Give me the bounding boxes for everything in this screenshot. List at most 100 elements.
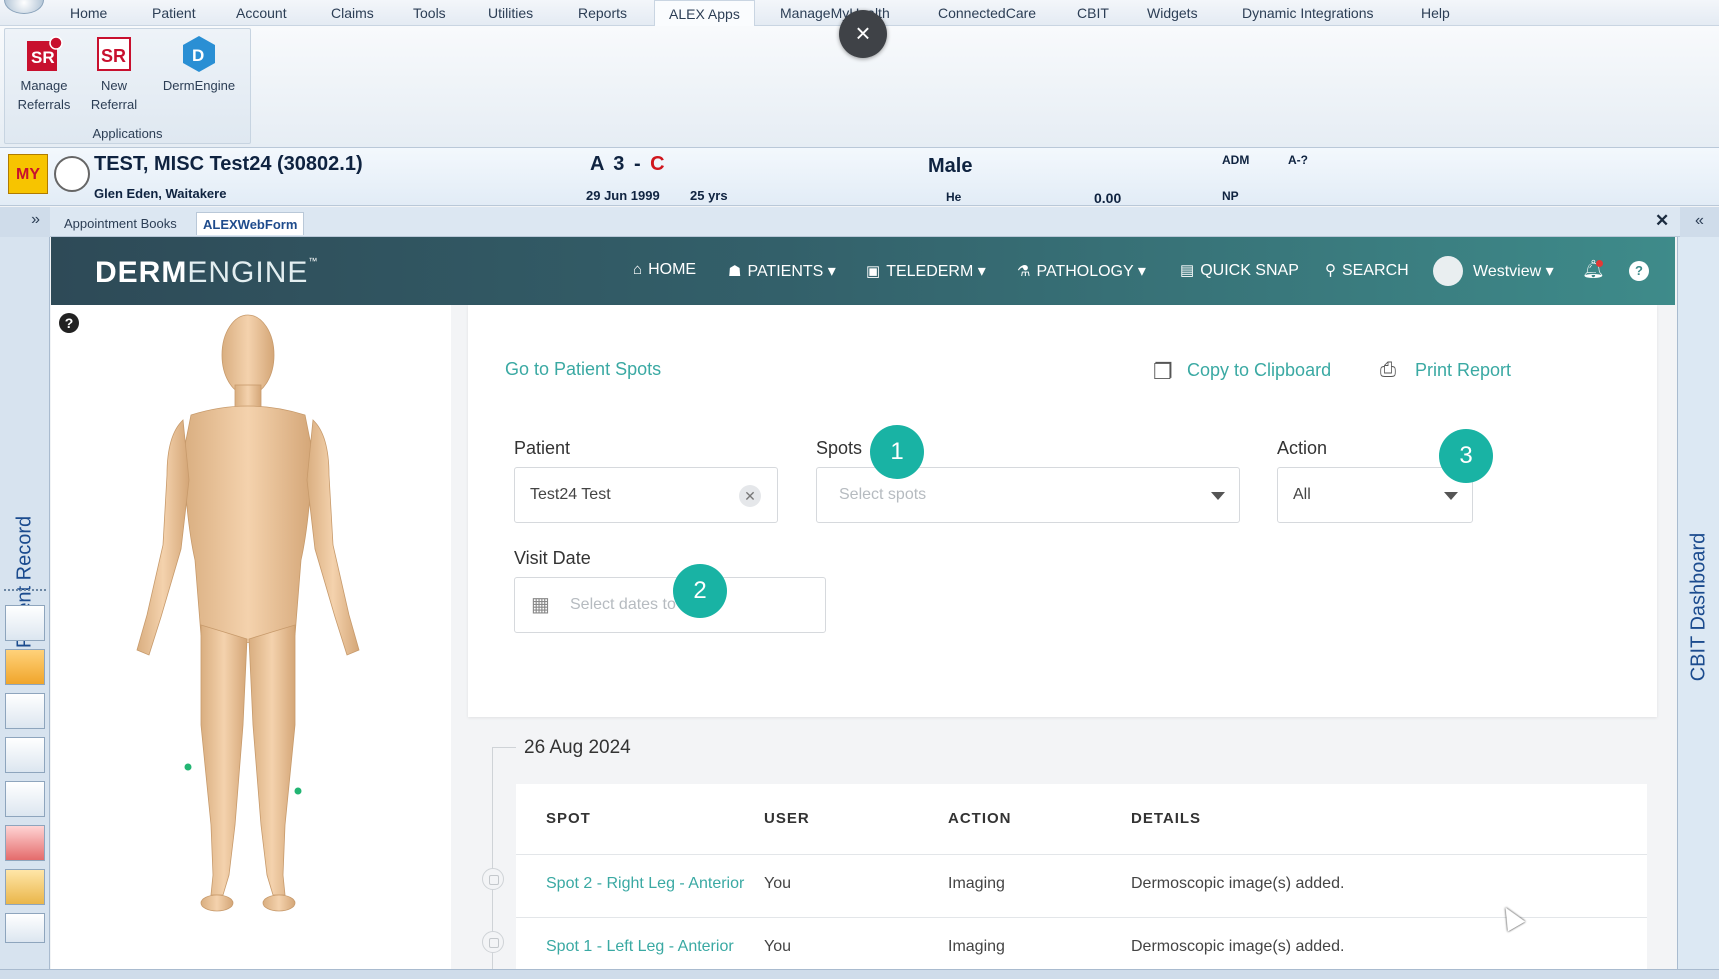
svg-text:SR: SR: [101, 46, 126, 66]
visit-date-label: Visit Date: [514, 548, 591, 568]
close-tab-icon[interactable]: ✕: [1655, 211, 1669, 231]
patient-label: Patient: [514, 438, 571, 458]
visit-date-picker[interactable]: ▦ Select dates to filter: [514, 577, 826, 633]
spots-select[interactable]: Select spots: [816, 467, 1240, 523]
body-map-pane: ?: [51, 305, 451, 969]
appointments-icon[interactable]: [5, 605, 45, 641]
action-label: Action: [1277, 438, 1328, 458]
action-cell: Imaging: [948, 938, 1005, 955]
overlay-close-button[interactable]: ×: [839, 10, 887, 58]
menu-cbit[interactable]: CBIT: [1077, 5, 1109, 21]
timeline-node-icon: [482, 868, 504, 890]
nav-user-label: Westview: [1473, 263, 1542, 280]
tab-appointment-books[interactable]: Appointment Books: [58, 212, 183, 235]
applications-group: SR Manage Referrals SR New Referral D De…: [4, 28, 251, 144]
table-row[interactable]: Spot 1 - Left Leg - Anterior You Imaging…: [516, 917, 1647, 969]
patient-info-icon[interactable]: [5, 649, 45, 685]
app-orb-icon[interactable]: [4, 0, 44, 14]
patient-status-icon[interactable]: [54, 156, 90, 192]
nav-search-label: SEARCH: [1342, 262, 1409, 279]
timeline-node-icon: [482, 931, 504, 953]
managemyhealth-logo[interactable]: MY: [8, 154, 48, 194]
manage-referrals-button[interactable]: SR Manage Referrals: [9, 35, 79, 114]
table-row[interactable]: Spot 2 - Right Leg - Anterior You Imagin…: [516, 854, 1647, 917]
patient-adm: ADM: [1222, 153, 1250, 167]
ribbon-group-label: Applications: [92, 126, 163, 141]
svg-text:D: D: [192, 46, 204, 65]
spots-label: Spots: [816, 438, 863, 458]
menu-reports[interactable]: Reports: [578, 5, 627, 21]
manage-referrals-label-1: Manage: [20, 78, 68, 93]
more-tools-icon[interactable]: [5, 913, 45, 943]
spot-link[interactable]: Spot 2 - Right Leg - Anterior: [546, 875, 744, 893]
tab-alexwebform[interactable]: ALEXWebForm: [196, 212, 305, 235]
menu-alex-apps[interactable]: ALEX Apps: [654, 0, 755, 27]
chevron-down-icon: ▾: [827, 263, 836, 280]
patient-he: He: [946, 190, 962, 204]
right-side-panel: CBIT Dashboard: [1677, 237, 1719, 969]
dermengine-webform: DERMENGINE™ ⌂ HOME ☗ PATIENTS ▾ ▣ TELEDERM …: [51, 237, 1675, 969]
menu-help[interactable]: Help: [1421, 5, 1450, 21]
spot-marker-right-leg[interactable]: [294, 787, 302, 795]
clear-icon[interactable]: ✕: [739, 485, 761, 507]
filter-card: Go to Patient Spots ❐ Copy to Clipboard …: [468, 305, 1657, 717]
manage-referrals-label-2: Referrals: [17, 97, 71, 112]
patient-select-value: Test24 Test: [530, 486, 611, 503]
list-icon[interactable]: [5, 781, 45, 817]
expand-left-panel-button[interactable]: »: [0, 207, 50, 237]
nav-telederm[interactable]: ▣ TELEDERM ▾: [866, 261, 986, 281]
copy-icon[interactable]: ❐: [1153, 359, 1173, 385]
patient-np: NP: [1222, 189, 1239, 203]
nav-patients[interactable]: ☗ PATIENTS ▾: [728, 261, 836, 281]
logo-tm: ™: [308, 256, 319, 266]
menu-account[interactable]: Account: [236, 5, 287, 21]
nav-quick-snap[interactable]: ▤ QUICK SNAP: [1180, 261, 1299, 280]
nav-pathology[interactable]: ⚗ PATHOLOGY ▾: [1017, 261, 1146, 281]
telederm-icon: ▣: [866, 263, 881, 280]
body-model[interactable]: [51, 305, 451, 969]
notification-dot: [1596, 260, 1603, 267]
menu-utilities[interactable]: Utilities: [488, 5, 533, 21]
menu-tools[interactable]: Tools: [413, 5, 446, 21]
help-icon[interactable]: ?: [1629, 261, 1649, 281]
avatar[interactable]: [1433, 256, 1463, 286]
medical-kit-icon[interactable]: [5, 869, 45, 905]
nav-search[interactable]: ⚲ SEARCH: [1325, 261, 1409, 280]
spot-link[interactable]: Spot 1 - Left Leg - Anterior: [546, 938, 734, 956]
nav-home[interactable]: ⌂ HOME: [633, 261, 696, 279]
spot-marker-left-leg[interactable]: [184, 763, 192, 771]
health-icon[interactable]: [5, 825, 45, 861]
menu-claims[interactable]: Claims: [331, 5, 374, 21]
cbit-dashboard-tab[interactable]: CBIT Dashboard: [1686, 477, 1712, 737]
panel-grip[interactable]: [4, 589, 46, 591]
home-icon: ⌂: [633, 261, 643, 278]
calendar-grid-icon[interactable]: [5, 693, 45, 729]
manage-referrals-icon: SR: [27, 36, 63, 71]
patient-balance: 0.00: [1094, 190, 1122, 206]
action-select[interactable]: All: [1277, 467, 1473, 523]
menu-dynamic-integrations[interactable]: Dynamic Integrations: [1242, 5, 1374, 21]
nav-user-menu[interactable]: Westview ▾: [1473, 261, 1554, 281]
status-bar: [0, 969, 1719, 979]
dermengine-logo[interactable]: DERMENGINE™: [95, 256, 318, 290]
timeline-tick: [492, 747, 516, 748]
menu-widgets[interactable]: Widgets: [1147, 5, 1198, 21]
collapse-right-panel-button[interactable]: «: [1680, 207, 1719, 237]
dermengine-button[interactable]: D DermEngine: [159, 35, 239, 95]
menu-home[interactable]: Home: [70, 5, 107, 21]
camera-icon: ▤: [1180, 262, 1195, 279]
go-to-patient-spots-link[interactable]: Go to Patient Spots: [505, 359, 661, 380]
print-report-button[interactable]: Print Report: [1415, 360, 1511, 381]
menu-connectedcare[interactable]: ConnectedCare: [938, 5, 1036, 21]
copy-to-clipboard-button[interactable]: Copy to Clipboard: [1187, 360, 1331, 381]
menu-patient[interactable]: Patient: [152, 5, 196, 21]
printer-icon[interactable]: ⎙: [1380, 359, 1396, 382]
patient-name: TEST, MISC Test24 (30802.1): [94, 153, 363, 175]
column-header-user: USER: [764, 810, 810, 827]
patient-select[interactable]: Test24 Test ✕: [514, 467, 778, 523]
new-referral-button[interactable]: SR New Referral: [79, 35, 149, 114]
nav-pathology-label: PATHOLOGY: [1036, 263, 1134, 280]
schedule-list-icon[interactable]: [5, 737, 45, 773]
new-referral-label-1: New: [100, 78, 127, 93]
cbit-dashboard-label: CBIT Dashboard: [1687, 532, 1710, 682]
